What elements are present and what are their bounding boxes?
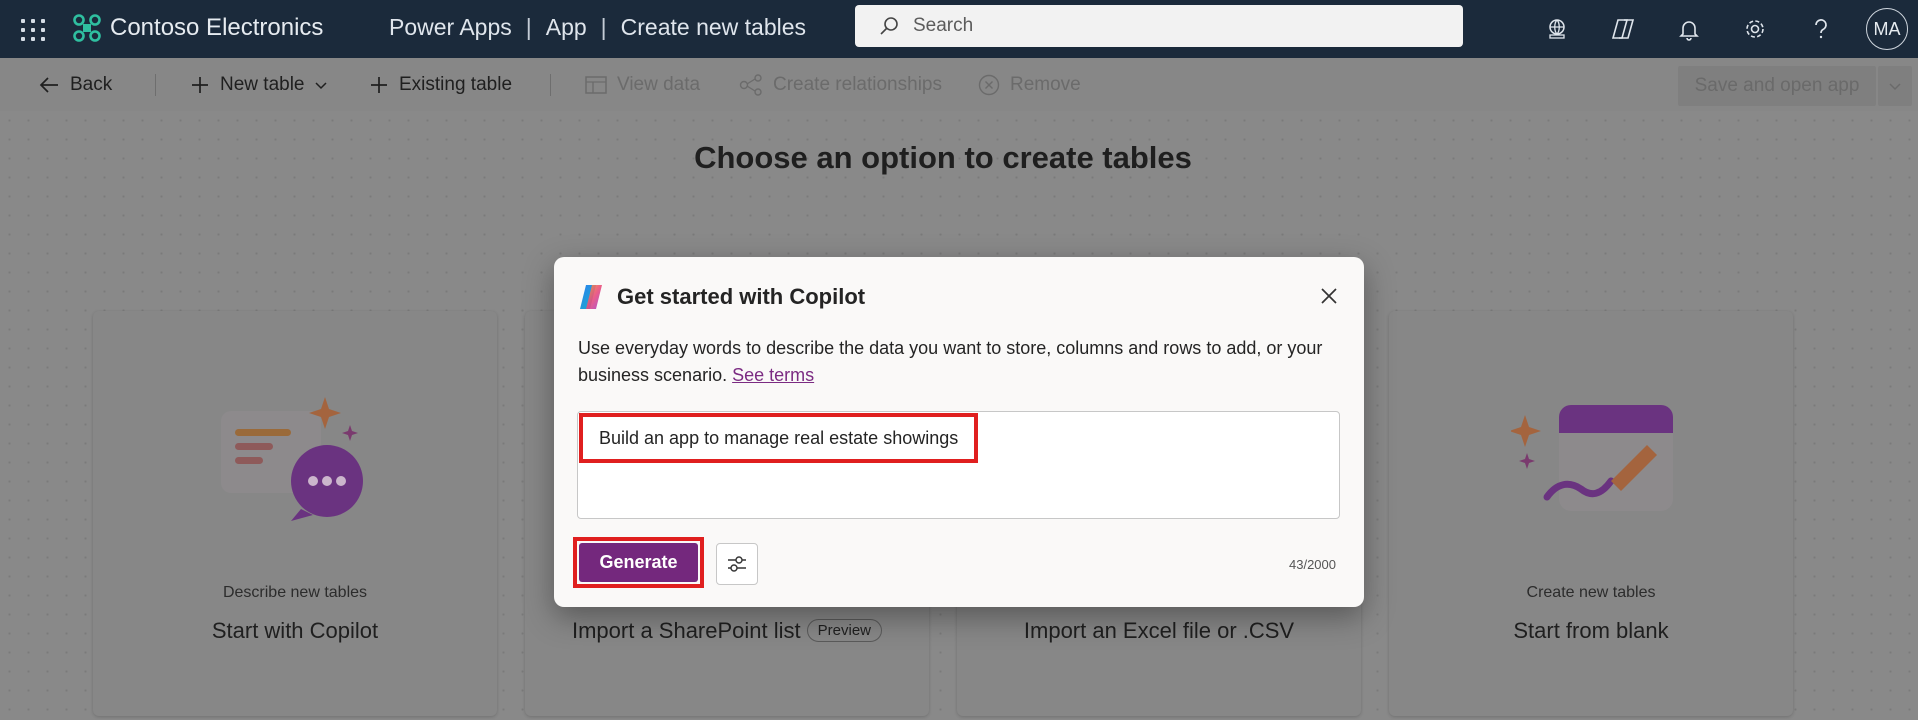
remove-button[interactable]: Remove <box>978 58 1081 111</box>
top-icons: MA <box>1524 0 1918 58</box>
view-data-button[interactable]: View data <box>585 58 700 111</box>
breadcrumb-separator: | <box>600 14 607 40</box>
dialog-header: Get started with Copilot <box>577 282 865 312</box>
back-label: Back <box>70 73 113 95</box>
relationship-icon <box>739 73 762 96</box>
dialog-title: Get started with Copilot <box>617 284 866 309</box>
prompt-textarea[interactable]: Build an app to manage real estate showi… <box>577 411 1340 519</box>
notifications-icon[interactable] <box>1656 0 1722 58</box>
create-relationships-button[interactable]: Create relationships <box>739 58 942 111</box>
existing-table-label: Existing table <box>399 73 513 95</box>
divider <box>550 74 551 96</box>
card-title-wrap: Import a SharePoint list Preview <box>525 618 929 644</box>
help-icon[interactable] <box>1788 0 1854 58</box>
dialog-description-text: Use everyday words to describe the data … <box>578 338 1323 385</box>
close-button[interactable] <box>1314 281 1344 311</box>
generate-highlight: Generate <box>573 537 704 588</box>
remove-label: Remove <box>1010 73 1081 95</box>
options-button[interactable] <box>716 543 758 585</box>
close-icon <box>1321 288 1337 304</box>
plus-icon <box>192 76 208 93</box>
card-title: Start with Copilot <box>211 618 379 643</box>
brand-logo-icon <box>73 14 101 42</box>
search-placeholder: Search <box>913 15 974 36</box>
see-terms-link[interactable]: See terms <box>732 365 814 385</box>
existing-table-button[interactable]: Existing table <box>369 58 512 111</box>
avatar[interactable]: MA <box>1866 8 1908 50</box>
top-bar: Contoso Electronics Power Apps | App | C… <box>0 0 1918 58</box>
app-launcher-icon[interactable] <box>16 14 46 44</box>
command-bar: Back New table Existing table View data … <box>0 58 1918 111</box>
dialog-description: Use everyday words to describe the data … <box>578 335 1338 389</box>
brand[interactable]: Contoso Electronics <box>72 13 323 43</box>
save-options-chevron[interactable] <box>1878 66 1912 106</box>
chevron-down-icon <box>1889 83 1901 91</box>
sliders-icon <box>728 556 746 572</box>
breadcrumb: Power Apps | App | Create new tables <box>389 14 806 41</box>
card-title: Import an Excel file or .CSV <box>1023 618 1295 643</box>
breadcrumb-item-power-apps[interactable]: Power Apps <box>389 14 512 41</box>
card-title: Start from blank <box>1513 618 1669 643</box>
chevron-down-icon <box>314 81 327 89</box>
blank-canvas-illustration <box>1511 405 1673 511</box>
breadcrumb-item-app[interactable]: App <box>546 14 587 41</box>
new-table-button[interactable]: New table <box>190 58 327 111</box>
prompt-text: Build an app to manage real estate showi… <box>579 413 979 463</box>
create-relationships-label: Create relationships <box>773 73 942 95</box>
card-caption: Create new tables <box>1526 584 1656 601</box>
arrow-left-icon <box>39 76 58 93</box>
preview-badge: Preview <box>806 619 883 642</box>
page-title: Choose an option to create tables <box>694 140 1192 175</box>
save-and-open-app-button[interactable]: Save and open app <box>1678 66 1876 106</box>
card-start-with-copilot[interactable]: Describe new tables Start with Copilot <box>93 311 497 716</box>
view-data-label: View data <box>617 73 701 95</box>
character-counter: 43/2000 <box>1289 557 1336 572</box>
settings-icon[interactable] <box>1722 0 1788 58</box>
copilot-icon[interactable] <box>1590 0 1656 58</box>
card-start-from-blank[interactable]: Create new tables Start from blank <box>1389 311 1793 716</box>
remove-icon <box>978 74 1000 95</box>
generate-button[interactable]: Generate <box>579 543 698 582</box>
new-table-label: New table <box>220 73 305 95</box>
copilot-chat-illustration <box>221 397 363 521</box>
copilot-logo-icon <box>580 285 602 309</box>
environment-icon[interactable] <box>1524 0 1590 58</box>
table-icon <box>585 75 607 94</box>
divider <box>155 74 156 96</box>
card-title: Import a SharePoint list <box>571 618 801 643</box>
brand-name: Contoso Electronics <box>110 14 324 41</box>
search-input[interactable]: Search <box>855 5 1463 47</box>
card-caption: Describe new tables <box>222 584 368 601</box>
search-icon <box>880 17 898 35</box>
breadcrumb-separator: | <box>525 14 532 40</box>
breadcrumb-item-create-new-tables: Create new tables <box>620 14 807 40</box>
back-button[interactable]: Back <box>38 58 112 111</box>
copilot-dialog: Get started with Copilot Use everyday wo… <box>554 257 1364 607</box>
plus-icon <box>371 76 387 93</box>
